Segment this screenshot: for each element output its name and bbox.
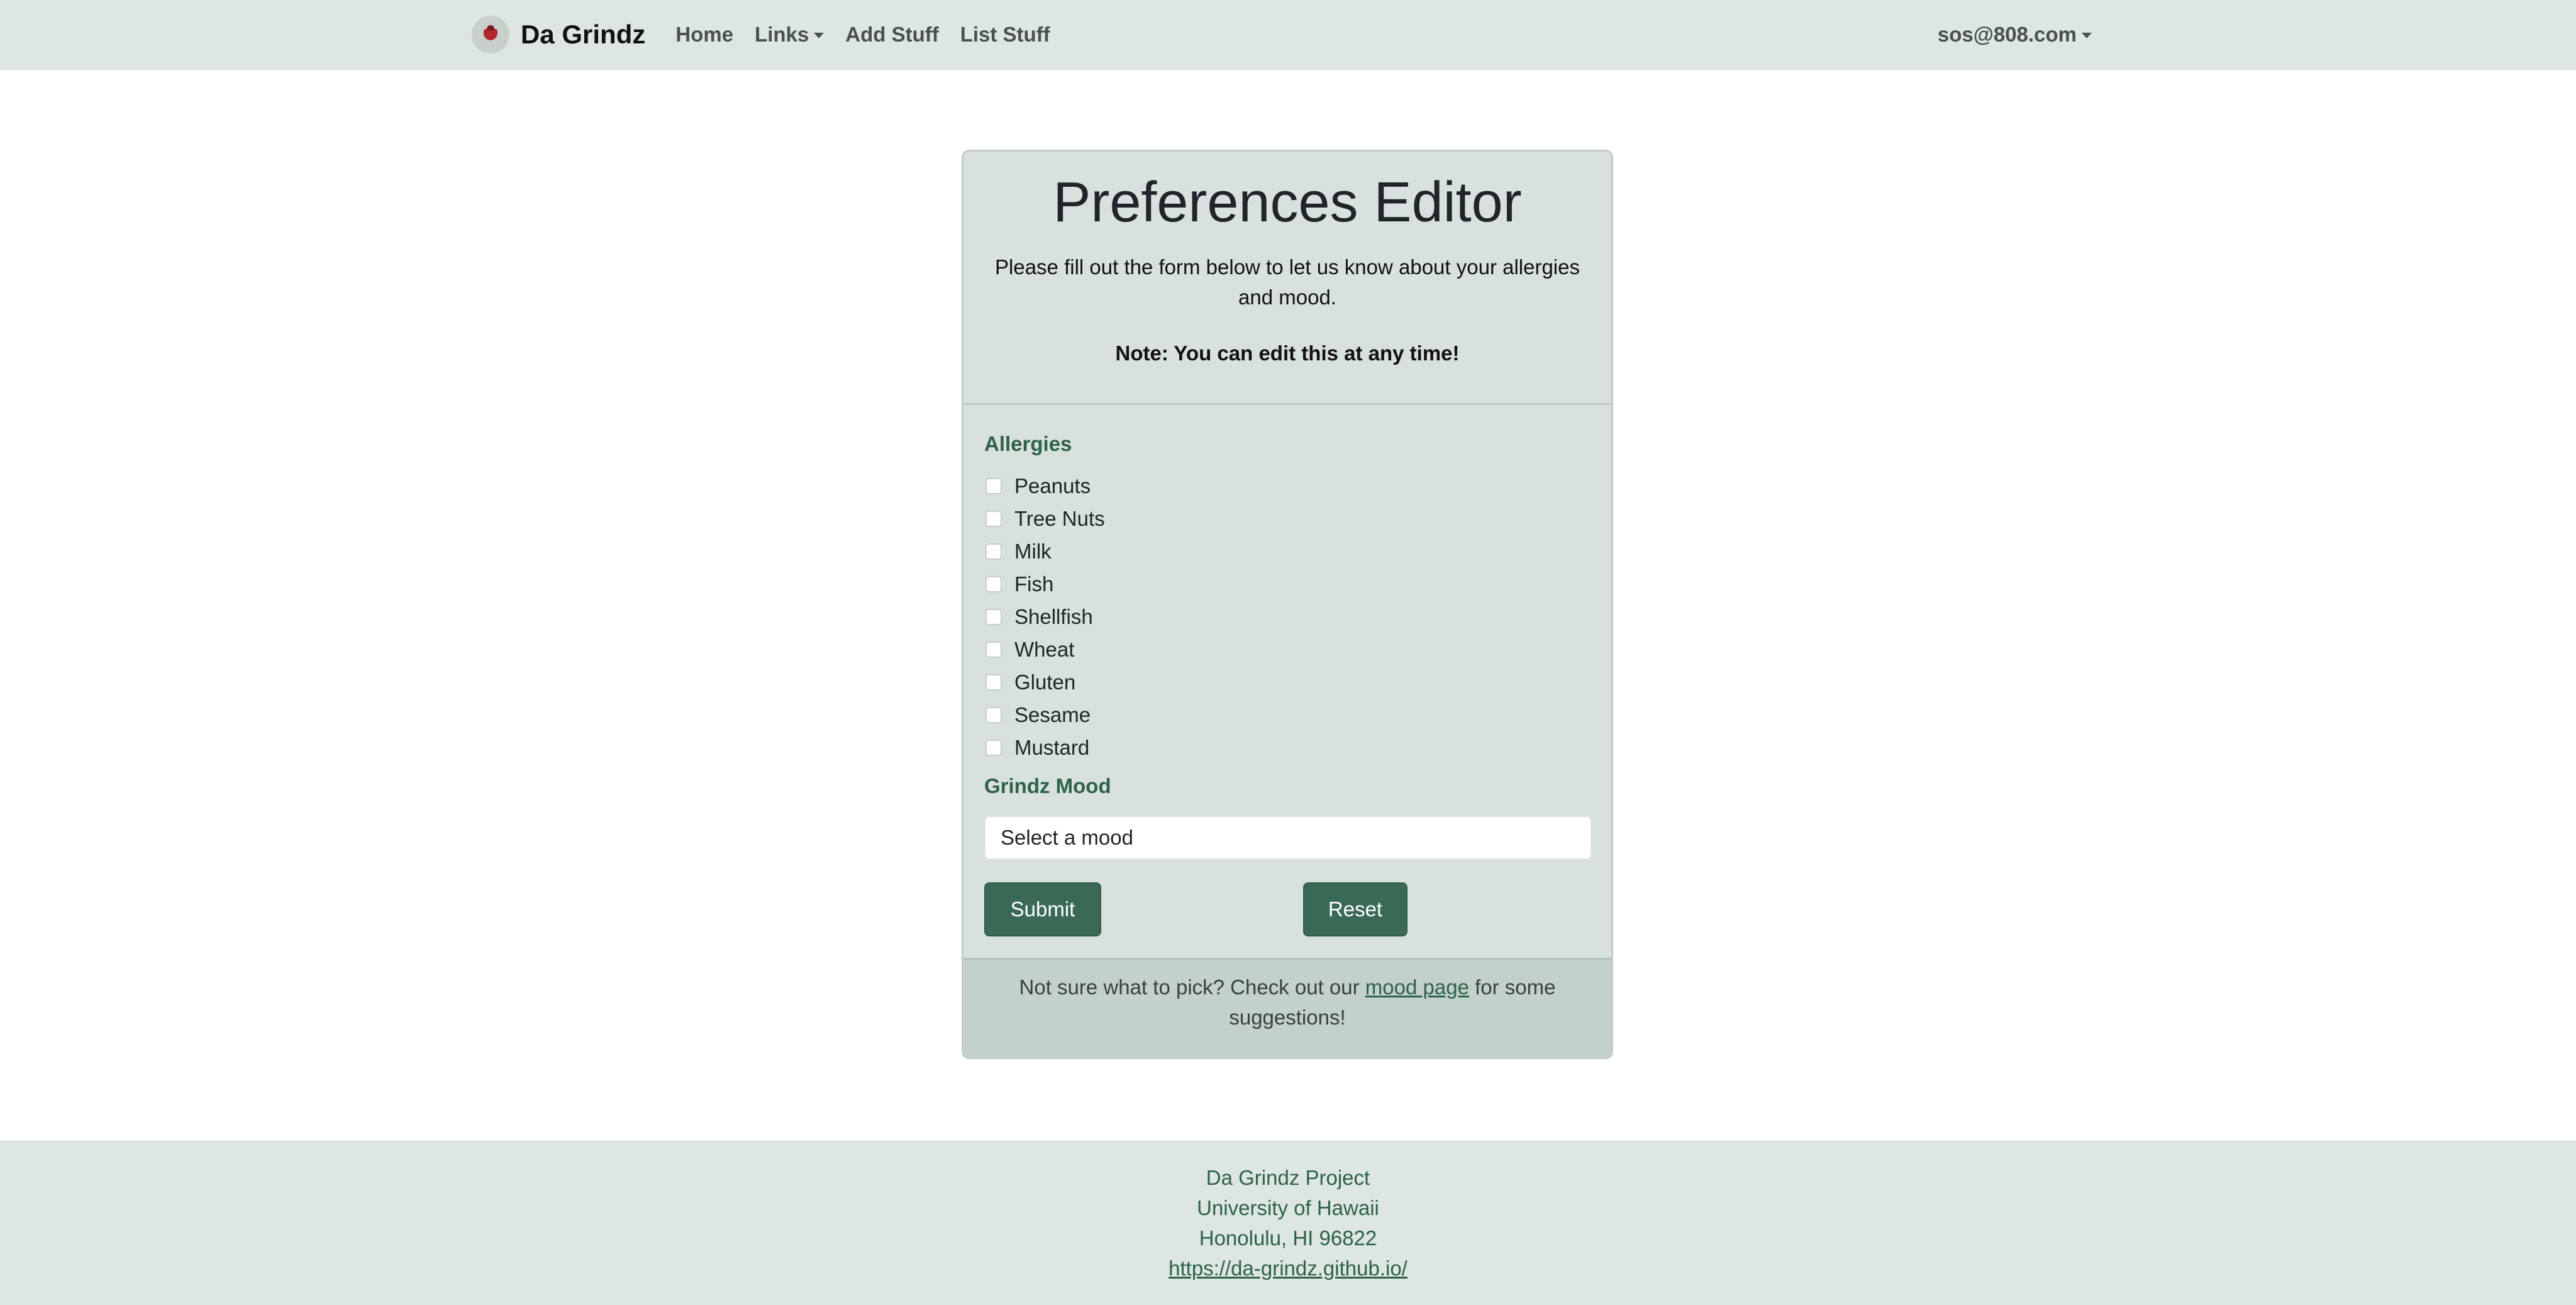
navbar-inner: Da Grindz Home Links Add Stuff List Stuf…	[472, 0, 2092, 69]
page-footer: Da Grindz Project University of Hawaii H…	[0, 1141, 2576, 1305]
page-title: Preferences Editor	[1053, 171, 1522, 234]
checkbox[interactable]	[985, 576, 1002, 592]
allergy-option-wheat[interactable]: Wheat	[985, 633, 1074, 666]
allergy-label: Sesame	[1014, 703, 1091, 726]
card-description: Please fill out the form below to let us…	[995, 255, 1580, 309]
footer-project: Da Grindz Project	[1206, 1166, 1370, 1189]
nav-list-stuff[interactable]: List Stuff	[960, 23, 1050, 47]
allergy-option-tree-nuts[interactable]: Tree Nuts	[985, 503, 1105, 535]
footer-university: University of Hawaii	[1197, 1196, 1379, 1219]
card-note: Note: You can edit this at any time!	[1115, 342, 1460, 365]
user-email: sos@808.com	[1937, 23, 2077, 46]
footer-url-link[interactable]: https://da-grindz.github.io/	[1169, 1257, 1407, 1280]
allergy-label: Gluten	[1014, 670, 1076, 694]
allergy-option-shellfish[interactable]: Shellfish	[985, 601, 1093, 633]
allergy-option-peanuts[interactable]: Peanuts	[985, 470, 1091, 503]
allergies-label: Allergies	[984, 432, 1072, 455]
allergy-label: Tree Nuts	[1014, 507, 1105, 530]
allergy-option-fish[interactable]: Fish	[985, 568, 1053, 601]
mood-label: Grindz Mood	[984, 774, 1111, 797]
navbar: Da Grindz Home Links Add Stuff List Stuf…	[0, 0, 2576, 70]
allergy-option-mustard[interactable]: Mustard	[985, 731, 1089, 764]
allergy-label: Mustard	[1014, 736, 1090, 759]
checkbox[interactable]	[985, 543, 1002, 560]
footer-address: Honolulu, HI 96822	[1199, 1226, 1377, 1250]
allergy-option-milk[interactable]: Milk	[985, 535, 1052, 568]
chevron-down-icon	[814, 33, 824, 38]
footer-lines: Da Grindz Project University of Hawaii H…	[0, 1163, 2576, 1284]
checkbox[interactable]	[985, 707, 1002, 723]
nav-add-stuff[interactable]: Add Stuff	[845, 23, 938, 47]
checkbox[interactable]	[985, 478, 1002, 494]
card-header: Preferences Editor Please fill out the f…	[963, 152, 1611, 405]
nav-home[interactable]: Home	[675, 23, 733, 47]
allergy-option-gluten[interactable]: Gluten	[985, 666, 1075, 699]
chevron-down-icon	[2082, 33, 2092, 38]
mood-page-link[interactable]: mood page	[1365, 975, 1469, 999]
logo-icon	[472, 16, 509, 53]
checkbox[interactable]	[985, 740, 1002, 756]
checkbox[interactable]	[985, 641, 1002, 658]
card-footer: Not sure what to pick? Check out our moo…	[963, 958, 1611, 1057]
nav-links-label: Links	[755, 23, 809, 46]
checkbox[interactable]	[985, 609, 1002, 625]
allergy-label: Milk	[1014, 540, 1052, 563]
card-footer-text-before: Not sure what to pick? Check out our	[1019, 975, 1365, 999]
allergy-label: Shellfish	[1014, 605, 1093, 628]
preferences-card: Preferences Editor Please fill out the f…	[962, 150, 1613, 1059]
brand-link[interactable]: Da Grindz	[472, 16, 645, 53]
allergy-label: Fish	[1014, 572, 1054, 596]
checkbox[interactable]	[985, 674, 1002, 691]
brand-name: Da Grindz	[521, 19, 646, 49]
mood-select[interactable]: Select a mood	[984, 816, 1592, 860]
nav-links-dropdown[interactable]: Links	[755, 23, 824, 47]
allergy-label: Wheat	[1014, 638, 1075, 661]
reset-button[interactable]: Reset	[1303, 882, 1407, 936]
allergy-label: Peanuts	[1014, 474, 1091, 497]
user-dropdown[interactable]: sos@808.com	[1938, 0, 2092, 69]
checkbox[interactable]	[985, 511, 1002, 527]
allergy-option-sesame[interactable]: Sesame	[985, 699, 1091, 731]
submit-button[interactable]: Submit	[984, 882, 1101, 936]
